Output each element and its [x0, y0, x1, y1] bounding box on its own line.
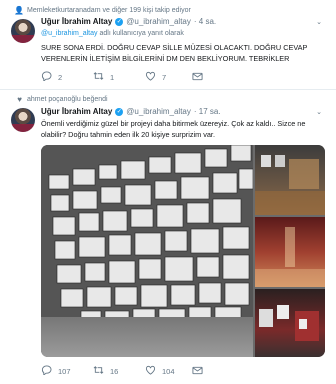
reply-count: 107	[58, 366, 71, 376]
like-count: 104	[162, 366, 175, 376]
avatar[interactable]	[11, 19, 35, 43]
retweet-count: 16	[110, 366, 119, 376]
caret-down-icon[interactable]: ⌄	[316, 18, 322, 26]
author-name[interactable]: Uğur İbrahim Altay	[41, 107, 112, 116]
liked-context[interactable]: ♥ ahmet poçanoğlu beğendi	[14, 95, 108, 104]
tweet-actions: 107 16 104	[41, 365, 244, 377]
tweet-time[interactable]: · 4 sa.	[194, 17, 216, 26]
author-handle[interactable]: @u_ibrahim_altay	[126, 107, 191, 116]
tweet-text: Önemli verdiğimiz güzel bir projeyi daha…	[41, 119, 306, 139]
museum-exhibit-photo-2[interactable]	[255, 217, 325, 287]
tweet-divider	[0, 89, 336, 90]
tweet-time[interactable]: · 17 sa.	[194, 107, 221, 116]
retweet-button[interactable]: 1	[93, 71, 145, 83]
mail-icon	[192, 366, 203, 377]
avatar[interactable]	[11, 108, 35, 132]
like-count: 7	[162, 72, 167, 82]
direct-message-button[interactable]	[192, 72, 244, 83]
museum-exhibit-photo-1[interactable]	[255, 145, 325, 215]
follow-icon: 👤	[14, 6, 24, 15]
retweet-icon	[93, 71, 104, 83]
like-button[interactable]: 7	[145, 71, 192, 83]
reply-icon	[41, 71, 52, 83]
retweet-count: 1	[110, 72, 115, 82]
author-handle[interactable]: @u_ibrahim_altay	[126, 17, 191, 26]
exhibit-case-2	[255, 227, 325, 287]
tweet-media[interactable]	[41, 145, 325, 357]
tweet-text: SURE SONA ERDİ. DOĞRU CEVAP SİLLE MÜZESİ…	[41, 43, 308, 63]
tweet-header: Uğur İbrahim Altay ✓ @u_ibrahim_altay · …	[41, 17, 216, 26]
retweet-icon	[93, 365, 104, 377]
reply-icon	[41, 365, 52, 377]
mail-icon	[192, 72, 203, 83]
photo-floor	[41, 317, 253, 357]
reply-count: 2	[58, 72, 63, 82]
museum-wall-photo[interactable]	[41, 145, 253, 357]
tweet-header: Uğur İbrahim Altay ✓ @u_ibrahim_altay · …	[41, 107, 221, 116]
like-icon	[145, 71, 156, 83]
author-name[interactable]: Uğur İbrahim Altay	[41, 17, 112, 26]
museum-exhibit-photo-3[interactable]	[255, 289, 325, 357]
exhibit-case-3	[259, 305, 319, 341]
like-icon: ♥	[17, 95, 22, 104]
liked-context-text: ahmet poçanoğlu beğendi	[27, 96, 108, 103]
reply-button[interactable]: 107	[41, 365, 93, 377]
social-context-text: Memleketkurtaranadam ve diğer 199 kişi t…	[27, 7, 191, 14]
social-context[interactable]: 👤 Memleketkurtaranadam ve diğer 199 kişi…	[14, 6, 191, 15]
direct-message-button[interactable]	[192, 366, 244, 377]
verified-icon: ✓	[115, 17, 124, 26]
reply-context: @u_ibrahim_altay adlı kullanıcıya yanıt …	[41, 30, 184, 37]
exhibit-case-1	[255, 155, 325, 215]
caret-down-icon[interactable]: ⌄	[316, 108, 322, 116]
reply-to-suffix: adlı kullanıcıya yanıt olarak	[97, 30, 184, 37]
tweet-actions: 2 1 7	[41, 71, 244, 83]
reply-button[interactable]: 2	[41, 71, 93, 83]
reply-to-handle[interactable]: @u_ibrahim_altay	[41, 30, 98, 37]
retweet-button[interactable]: 16	[93, 365, 145, 377]
verified-icon: ✓	[115, 107, 124, 116]
like-button[interactable]: 104	[145, 365, 192, 377]
like-icon	[145, 365, 156, 377]
